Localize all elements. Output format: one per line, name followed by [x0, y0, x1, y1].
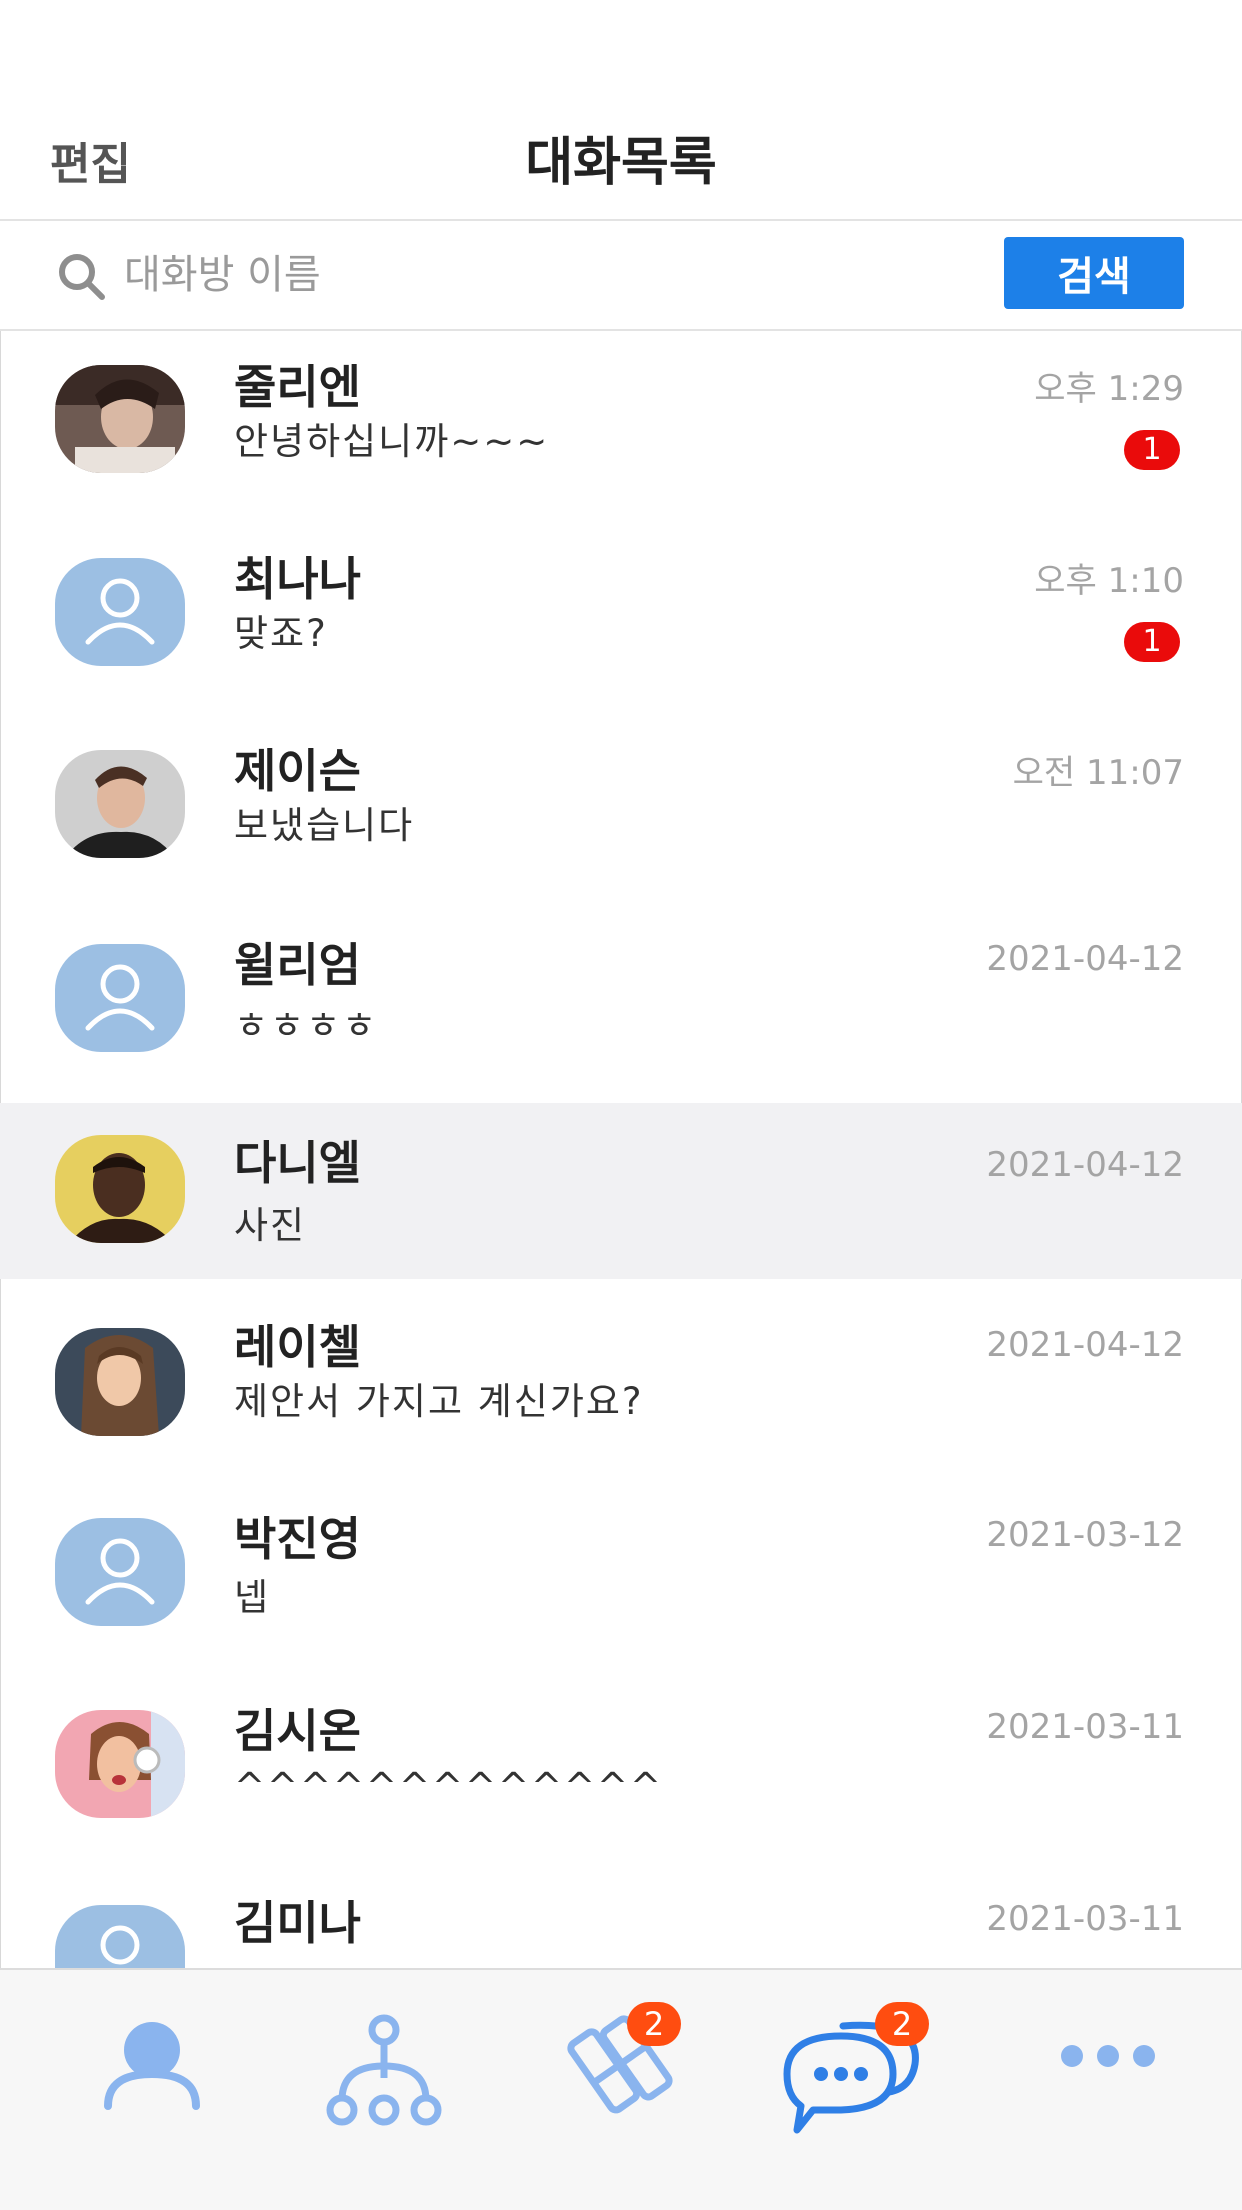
- chat-list: 줄리엔 안녕하십니까~~~ 오후 1:29 1 최나나 맞죠? 오후 1:10 …: [0, 331, 1242, 1968]
- chat-time: 오후 1:29: [1034, 369, 1184, 409]
- chat-time: 2021-04-12: [986, 1325, 1184, 1365]
- chat-name: 최나나: [234, 552, 361, 606]
- chat-time: 2021-04-12: [986, 939, 1184, 979]
- chat-row[interactable]: 김시온 ^^^^^^^^^^^^^ 2021-03-11: [0, 1675, 1242, 1851]
- chat-row[interactable]: 제이슨 보냈습니다 오전 11:07: [0, 715, 1242, 891]
- chat-last-message: 맞죠?: [234, 612, 328, 655]
- chat-row[interactable]: 최나나 맞죠? 오후 1:10 1: [0, 523, 1242, 699]
- search-button[interactable]: 검색: [1004, 237, 1184, 309]
- chat-name: 레이첼: [234, 1320, 361, 1374]
- unread-badge: 1: [1124, 622, 1180, 662]
- person-icon: [104, 2022, 200, 2110]
- chat-bubbles-icon: [783, 2021, 919, 2134]
- more-dots-icon: [1061, 2045, 1155, 2067]
- chat-name: 김시온: [234, 1704, 361, 1758]
- default-avatar-icon: [55, 558, 185, 666]
- nav-bar: 편집 대화목록: [0, 0, 1242, 221]
- chat-row[interactable]: 김미나 2021-03-11: [0, 1867, 1242, 1968]
- chat-name: 김미나: [234, 1896, 361, 1950]
- chat-name: 제이슨: [234, 744, 361, 798]
- chat-time: 오후 1:10: [1034, 561, 1184, 601]
- chat-row-selected[interactable]: 다니엘 사진 2021-04-12: [0, 1103, 1242, 1279]
- chat-row[interactable]: 박진영 넵 2021-03-12: [0, 1483, 1242, 1659]
- chat-time: 2021-03-12: [986, 1515, 1184, 1555]
- default-avatar-icon: [55, 1518, 185, 1626]
- chat-time: 2021-03-11: [986, 1899, 1184, 1939]
- org-chart-icon: [326, 2014, 442, 2126]
- chat-last-message: 안녕하십니까~~~: [234, 420, 550, 463]
- chat-row[interactable]: 레이첼 제안서 가지고 계신가요? 2021-04-12: [0, 1291, 1242, 1467]
- chats-badge: 2: [875, 2002, 929, 2046]
- tab-contacts[interactable]: [28, 1970, 276, 2210]
- avatar-photo: [55, 1710, 185, 1818]
- chat-time: 오전 11:07: [1012, 753, 1184, 793]
- tab-bar: 2 2: [0, 1968, 1242, 2210]
- chat-row[interactable]: 윌리엄 ㅎㅎㅎㅎ 2021-04-12: [0, 907, 1242, 1083]
- avatar-photo: [55, 750, 185, 858]
- chat-name: 박진영: [234, 1512, 361, 1566]
- chat-last-message: ^^^^^^^^^^^^^: [234, 1765, 664, 1808]
- avatar-photo: [55, 1328, 185, 1436]
- chat-last-message: 제안서 가지고 계신가요?: [234, 1380, 644, 1423]
- tab-more[interactable]: [984, 1970, 1232, 2210]
- avatar-photo: [55, 365, 185, 473]
- unread-badge: 1: [1124, 430, 1180, 470]
- chat-last-message: ㅎㅎㅎㅎ: [234, 1004, 379, 1047]
- search-bar: 검색: [0, 221, 1242, 329]
- chat-time: 2021-03-11: [986, 1707, 1184, 1747]
- default-avatar-icon: [55, 944, 185, 1052]
- tab-chats[interactable]: 2: [725, 1970, 973, 2210]
- apps-icon: [567, 2015, 673, 2114]
- page-title: 대화목록: [525, 133, 717, 193]
- apps-badge: 2: [627, 2002, 681, 2046]
- chat-time: 2021-04-12: [986, 1145, 1184, 1185]
- chat-last-message: 보냈습니다: [234, 804, 415, 847]
- chat-row[interactable]: 줄리엔 안녕하십니까~~~ 오후 1:29 1: [0, 331, 1242, 507]
- tab-organization[interactable]: [260, 1970, 508, 2210]
- tab-apps[interactable]: 2: [495, 1970, 743, 2210]
- chat-name: 다니엘: [234, 1136, 361, 1190]
- search-input[interactable]: [124, 243, 964, 307]
- chat-last-message: 넵: [234, 1576, 271, 1619]
- chat-name: 윌리엄: [234, 938, 361, 992]
- avatar-photo: [55, 1135, 185, 1243]
- default-avatar-icon: [55, 1905, 185, 1968]
- search-icon: [56, 251, 110, 305]
- chat-last-message: 사진: [234, 1204, 307, 1247]
- chat-name: 줄리엔: [234, 360, 361, 414]
